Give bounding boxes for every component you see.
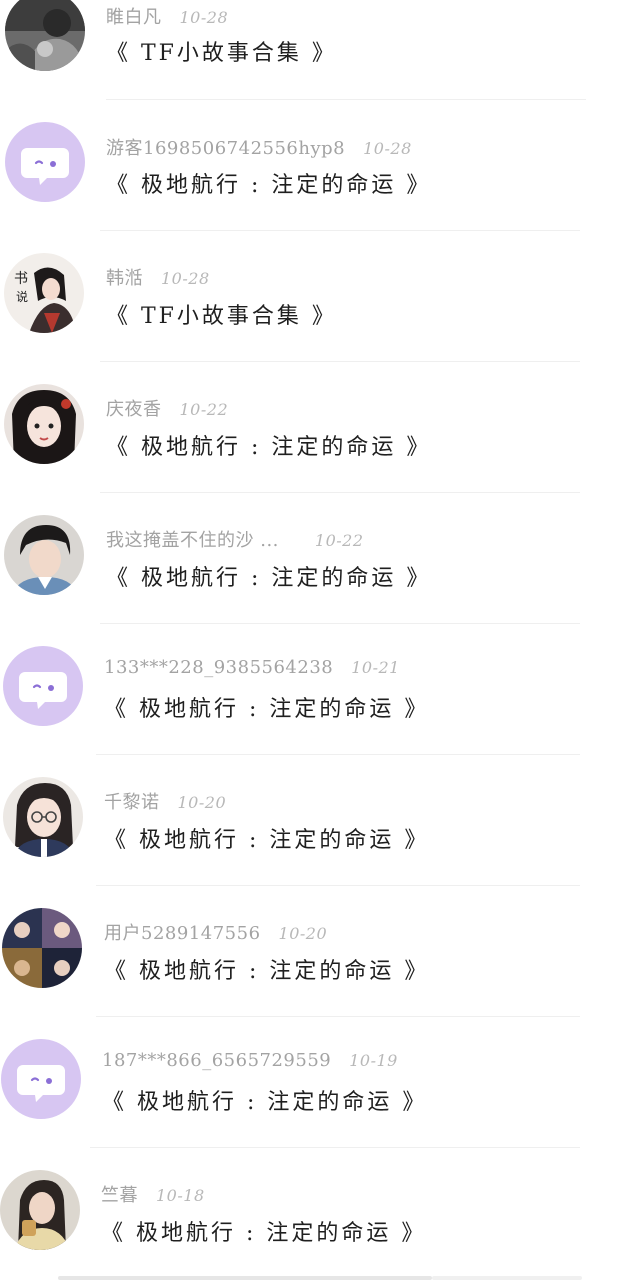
illustrated-woman-avatar-icon[interactable] bbox=[4, 384, 84, 464]
comment-date: 10-18 bbox=[156, 1186, 205, 1205]
comment-date: 10-28 bbox=[179, 8, 229, 27]
username[interactable]: 韩湉 bbox=[106, 268, 143, 289]
photo-boy-avatar-icon[interactable] bbox=[4, 515, 84, 595]
comment-meta: 竺暮 10-18 bbox=[101, 1181, 205, 1207]
list-item[interactable]: 我这掩盖不住的沙 ... 10-22 《 极地航行 : 注定的命运 》 bbox=[0, 493, 640, 624]
svg-text:说: 说 bbox=[16, 289, 28, 304]
photo-dark-icon[interactable] bbox=[5, 0, 85, 71]
book-title[interactable]: 《 极地航行 : 注定的命运 》 bbox=[106, 167, 431, 199]
illustrated-girl-avatar-icon[interactable]: 书 说 bbox=[4, 253, 84, 333]
comment-date: 10-28 bbox=[161, 269, 210, 288]
horizontal-scrollbar[interactable] bbox=[58, 1276, 432, 1280]
list-item[interactable]: 187***866_6565729559 10-19 《 极地航行 : 注定的命运… bbox=[0, 1017, 640, 1148]
comment-meta: 我这掩盖不住的沙 ... 10-22 bbox=[106, 526, 364, 552]
photo-girl-avatar-icon[interactable] bbox=[0, 1170, 80, 1250]
username[interactable]: 游客1698506742556hyp8 bbox=[106, 138, 345, 159]
username[interactable]: 187***866_6565729559 bbox=[102, 1050, 331, 1071]
book-title[interactable]: 《 TF小故事合集 》 bbox=[106, 35, 337, 67]
username[interactable]: 竺暮 bbox=[101, 1185, 138, 1206]
comment-date: 10-21 bbox=[351, 658, 400, 677]
list-item[interactable]: 书 说 韩湉 10-28 《 TF小故事合集 》 bbox=[0, 231, 640, 362]
list-item[interactable]: 竺暮 10-18 《 极地航行 : 注定的命运 》 bbox=[0, 1148, 640, 1279]
book-title[interactable]: 《 TF小故事合集 》 bbox=[106, 298, 337, 330]
comment-meta: 千黎诺 10-20 bbox=[104, 788, 226, 814]
book-title[interactable]: 《 极地航行 : 注定的命运 》 bbox=[104, 822, 429, 854]
username[interactable]: 133***228_9385564238 bbox=[104, 657, 333, 678]
svg-text:书: 书 bbox=[14, 271, 28, 287]
username[interactable]: 庆夜香 bbox=[106, 399, 162, 420]
comment-date: 10-22 bbox=[314, 531, 364, 550]
comment-meta: 187***866_6565729559 10-19 bbox=[102, 1050, 398, 1071]
book-title[interactable]: 《 极地航行 : 注定的命运 》 bbox=[106, 560, 431, 592]
book-title[interactable]: 《 极地航行 : 注定的命运 》 bbox=[102, 1084, 427, 1116]
default-chat-avatar-icon[interactable] bbox=[5, 122, 85, 202]
book-title[interactable]: 《 极地航行 : 注定的命运 》 bbox=[106, 429, 431, 461]
default-chat-avatar-icon[interactable] bbox=[3, 646, 83, 726]
list-item[interactable]: 庆夜香 10-22 《 极地航行 : 注定的命运 》 bbox=[0, 362, 640, 493]
username[interactable]: 用户5289147556 bbox=[104, 923, 261, 944]
comment-meta: 用户5289147556 10-20 bbox=[104, 919, 327, 945]
comment-list: 睢白凡 10-28 《 TF小故事合集 》 游客1698506742556hyp8… bbox=[0, 0, 640, 1280]
comment-date: 10-19 bbox=[349, 1051, 398, 1070]
comment-meta: 游客1698506742556hyp8 10-28 bbox=[106, 134, 412, 160]
username[interactable]: 我这掩盖不住的沙 ... bbox=[106, 530, 279, 551]
book-title[interactable]: 《 极地航行 : 注定的命运 》 bbox=[101, 1215, 426, 1247]
comment-date: 10-28 bbox=[363, 139, 412, 158]
comment-meta: 133***228_9385564238 10-21 bbox=[104, 657, 400, 678]
username[interactable]: 千黎诺 bbox=[104, 792, 160, 813]
comment-date: 10-20 bbox=[278, 924, 328, 943]
photo-collage-avatar-icon[interactable] bbox=[2, 908, 82, 988]
horizontal-scrollbar-track bbox=[432, 1276, 582, 1280]
list-item[interactable]: 133***228_9385564238 10-21 《 极地航行 : 注定的命运… bbox=[0, 624, 640, 755]
comment-meta: 庆夜香 10-22 bbox=[106, 395, 228, 421]
list-item[interactable]: 睢白凡 10-28 《 TF小故事合集 》 bbox=[0, 0, 640, 100]
username[interactable]: 睢白凡 bbox=[106, 7, 162, 28]
list-item[interactable]: 用户5289147556 10-20 《 极地航行 : 注定的命运 》 bbox=[0, 886, 640, 1017]
list-item[interactable]: 游客1698506742556hyp8 10-28 《 极地航行 : 注定的命运 … bbox=[0, 100, 640, 231]
book-title[interactable]: 《 极地航行 : 注定的命运 》 bbox=[104, 953, 429, 985]
comment-meta: 睢白凡 10-28 bbox=[106, 3, 228, 29]
comment-date: 10-20 bbox=[177, 793, 227, 812]
book-title[interactable]: 《 极地航行 : 注定的命运 》 bbox=[104, 691, 429, 723]
comment-date: 10-22 bbox=[179, 400, 229, 419]
comment-meta: 韩湉 10-28 bbox=[106, 264, 210, 290]
list-item[interactable]: 千黎诺 10-20 《 极地航行 : 注定的命运 》 bbox=[0, 755, 640, 886]
default-chat-avatar-icon[interactable] bbox=[1, 1039, 81, 1119]
illustrated-glasses-girl-avatar-icon[interactable] bbox=[3, 777, 83, 857]
